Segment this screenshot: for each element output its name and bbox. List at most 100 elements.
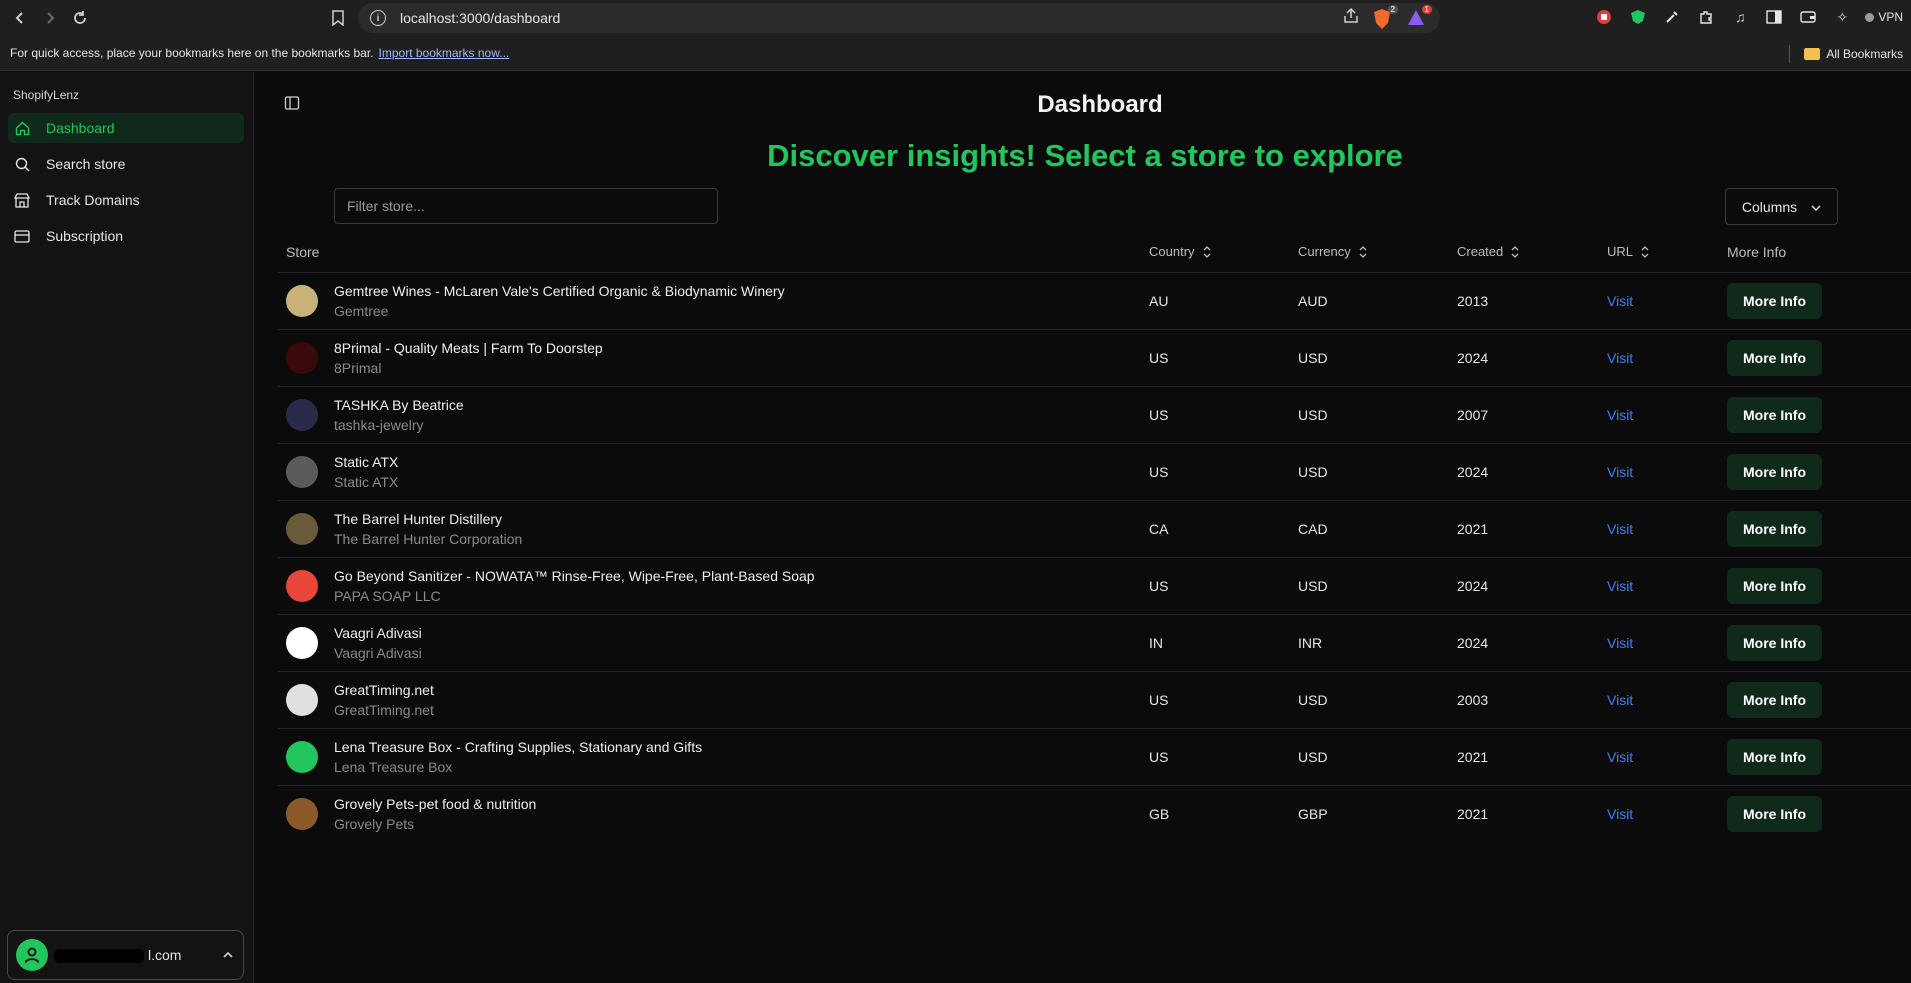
sort-icon	[1203, 245, 1211, 258]
created-cell: 2013	[1457, 293, 1489, 309]
sidebar-item-subscription[interactable]: Subscription	[8, 221, 244, 251]
header-label: URL	[1607, 244, 1634, 259]
visit-link[interactable]: Visit	[1607, 521, 1633, 537]
more-info-button[interactable]: More Info	[1727, 397, 1822, 433]
store-name: Grovely Pets-pet food & nutrition	[334, 796, 537, 812]
page-title: Dashboard	[1037, 91, 1163, 118]
store-name: TASHKA By Beatrice	[334, 397, 464, 413]
store-name: The Barrel Hunter Distillery	[334, 511, 503, 527]
hero-heading: Discover insights! Select a store to exp…	[767, 138, 1403, 173]
store-name: 8Primal - Quality Meats | Farm To Doorst…	[334, 340, 603, 356]
reload-icon[interactable]	[65, 3, 95, 33]
visit-link[interactable]: Visit	[1607, 464, 1633, 480]
sidebar-item-label: Search store	[46, 156, 126, 172]
currency-cell: INR	[1298, 635, 1323, 651]
filter-store-input[interactable]	[334, 188, 718, 224]
visit-link[interactable]: Visit	[1607, 293, 1633, 309]
vpn-button[interactable]: VPN	[1865, 10, 1903, 24]
visit-link[interactable]: Visit	[1607, 407, 1633, 423]
header-url[interactable]: URL	[1607, 244, 1649, 259]
more-info-button[interactable]: More Info	[1727, 568, 1822, 604]
home-icon	[14, 120, 30, 136]
shield-extension-icon[interactable]	[1627, 6, 1649, 28]
brave-rewards-icon[interactable]: 1	[1406, 4, 1432, 30]
visit-link[interactable]: Visit	[1607, 350, 1633, 366]
sidebar-item-search-store[interactable]: Search store	[8, 149, 244, 179]
site-info-icon[interactable]: i	[370, 10, 386, 26]
url-text[interactable]: localhost:3000/dashboard	[400, 10, 560, 26]
header-label: Store	[286, 244, 320, 260]
sidebar-item-label: Dashboard	[46, 120, 115, 136]
more-info-button[interactable]: More Info	[1727, 511, 1822, 547]
more-info-button[interactable]: More Info	[1727, 283, 1822, 319]
vpn-status-icon	[1865, 12, 1875, 22]
visit-link[interactable]: Visit	[1607, 692, 1633, 708]
country-cell: AU	[1149, 293, 1169, 309]
leo-ai-icon[interactable]: ✧	[1831, 6, 1853, 28]
store-name: Gemtree Wines - McLaren Vale's Certified…	[334, 283, 785, 299]
header-label: Currency	[1298, 244, 1351, 259]
chevron-down-icon	[1811, 199, 1821, 215]
more-info-button[interactable]: More Info	[1727, 454, 1822, 490]
eyedropper-extension-icon[interactable]	[1661, 6, 1683, 28]
country-cell: US	[1149, 749, 1169, 765]
user-menu[interactable]: l.com	[7, 930, 244, 980]
country-cell: US	[1149, 578, 1169, 594]
sidebar-panel-icon[interactable]	[1763, 6, 1785, 28]
store-logo	[286, 342, 318, 374]
record-extension-icon[interactable]	[1593, 6, 1615, 28]
address-bar[interactable]: i localhost:3000/dashboard 2 1	[358, 3, 1440, 33]
visit-link[interactable]: Visit	[1607, 749, 1633, 765]
table-row: Lena Treasure Box - Crafting Supplies, S…	[278, 729, 1911, 786]
columns-label: Columns	[1741, 198, 1798, 215]
more-info-button[interactable]: More Info	[1727, 739, 1822, 775]
bookmark-icon[interactable]	[326, 4, 350, 32]
visit-link[interactable]: Visit	[1607, 578, 1633, 594]
more-info-button[interactable]: More Info	[1727, 796, 1822, 832]
wallet-icon[interactable]	[1797, 6, 1819, 28]
extensions-puzzle-icon[interactable]	[1695, 6, 1717, 28]
app-brand: ShopifyLenz	[13, 88, 80, 102]
share-icon[interactable]	[1342, 7, 1360, 30]
brave-shield-icon[interactable]: 2	[1372, 4, 1398, 30]
currency-cell: USD	[1298, 692, 1328, 708]
stores-table: Store Country Currency Created URL More …	[278, 228, 1911, 843]
vpn-label: VPN	[1878, 10, 1903, 24]
music-note-icon[interactable]: ♫	[1729, 6, 1751, 28]
table-row: TASHKA By Beatrice tashka-jewelry US USD…	[278, 387, 1911, 444]
visit-link[interactable]: Visit	[1607, 635, 1633, 651]
header-currency[interactable]: Currency	[1298, 244, 1367, 259]
store-logo	[286, 684, 318, 716]
table-row: The Barrel Hunter Distillery The Barrel …	[278, 501, 1911, 558]
all-bookmarks-button[interactable]: All Bookmarks	[1789, 45, 1903, 63]
store-subtitle: Vaagri Adivasi	[334, 645, 422, 661]
created-cell: 2003	[1457, 692, 1489, 708]
back-icon[interactable]	[5, 3, 35, 33]
sort-icon	[1359, 245, 1367, 258]
table-row: Vaagri Adivasi Vaagri Adivasi IN INR 202…	[278, 615, 1911, 672]
store-name: Static ATX	[334, 454, 399, 470]
store-logo	[286, 627, 318, 659]
credit-card-icon	[14, 228, 30, 244]
header-created[interactable]: Created	[1457, 244, 1519, 259]
store-logo	[286, 570, 318, 602]
bookmarks-bar: For quick access, place your bookmarks h…	[0, 36, 1911, 71]
currency-cell: CAD	[1298, 521, 1328, 537]
import-bookmarks-link[interactable]: Import bookmarks now...	[379, 46, 510, 60]
sidebar-item-dashboard[interactable]: Dashboard	[8, 113, 244, 143]
forward-icon[interactable]	[35, 3, 65, 33]
country-cell: US	[1149, 350, 1169, 366]
more-info-button[interactable]: More Info	[1727, 682, 1822, 718]
sidebar-item-label: Subscription	[46, 228, 124, 244]
table-row: GreatTiming.net GreatTiming.net US USD 2…	[278, 672, 1911, 729]
store-name: GreatTiming.net	[334, 682, 434, 698]
header-country[interactable]: Country	[1149, 244, 1211, 259]
header-more-info: More Info	[1727, 244, 1786, 260]
sidebar-item-track-domains[interactable]: Track Domains	[8, 185, 244, 215]
store-subtitle: The Barrel Hunter Corporation	[334, 531, 523, 547]
more-info-button[interactable]: More Info	[1727, 340, 1822, 376]
store-name: Lena Treasure Box - Crafting Supplies, S…	[334, 739, 703, 755]
visit-link[interactable]: Visit	[1607, 806, 1633, 822]
columns-button[interactable]: Columns	[1725, 188, 1838, 225]
more-info-button[interactable]: More Info	[1727, 625, 1822, 661]
